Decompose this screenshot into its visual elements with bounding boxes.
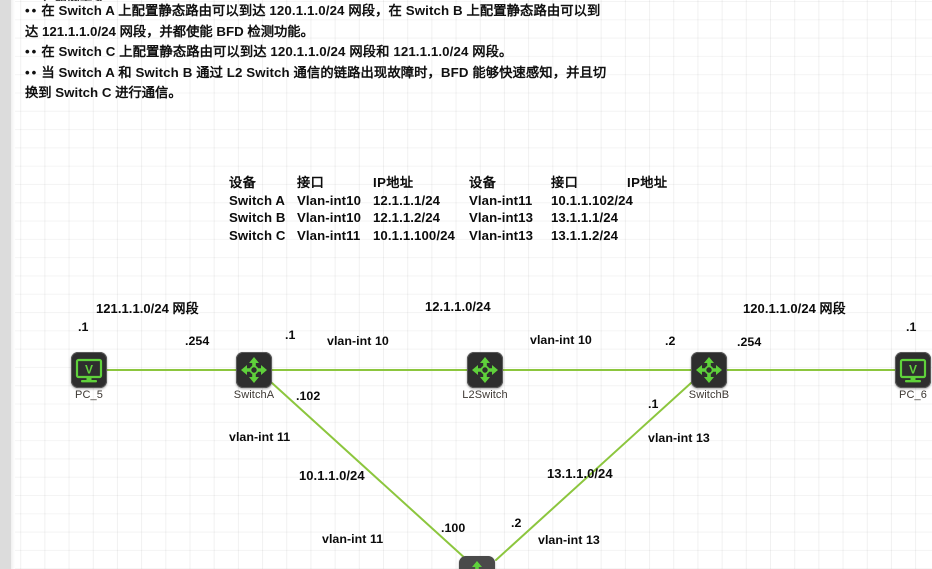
interface-label-vlan-int-10-right: vlan-int 10 bbox=[530, 333, 592, 347]
node-switchc[interactable]: SwitchC bbox=[459, 556, 495, 569]
node-l2switch[interactable]: L2Switch bbox=[462, 352, 508, 401]
node-switchb-label: SwitchB bbox=[688, 389, 730, 401]
segment-label-middle: 12.1.1.0/24 bbox=[425, 299, 491, 314]
node-l2switch-label: L2Switch bbox=[462, 389, 508, 401]
node-pc6-label: PC_6 bbox=[899, 389, 927, 401]
ip-label-switchb-down: .1 bbox=[648, 397, 659, 411]
node-switchb[interactable]: SwitchB bbox=[689, 352, 729, 401]
ip-label-switchb-right: .254 bbox=[737, 335, 762, 349]
interface-label-vlan-int-13-lower: vlan-int 13 bbox=[538, 533, 600, 547]
segment-label-right: 120.1.1.0/24 网段 bbox=[743, 301, 846, 316]
svg-text:V: V bbox=[909, 363, 917, 377]
pc-monitor-icon: V bbox=[895, 352, 931, 388]
topology-canvas: 1. 组网需求 ••在 Switch A 上配置静态路由可以到达 120.1.1… bbox=[0, 0, 932, 569]
interface-label-vlan-int-11-lower: vlan-int 11 bbox=[322, 532, 384, 546]
node-switcha[interactable]: SwitchA bbox=[234, 352, 274, 401]
ip-label-switchc-left: .100 bbox=[441, 521, 466, 535]
ip-label-switchc-right: .2 bbox=[511, 516, 522, 530]
link-lines bbox=[106, 369, 897, 561]
node-pc5[interactable]: V PC_5 bbox=[71, 352, 107, 401]
interface-label-vlan-int-11-upper: vlan-int 11 bbox=[229, 430, 291, 444]
svg-text:V: V bbox=[85, 363, 93, 377]
switch-icon bbox=[459, 556, 495, 569]
segment-label-lower-left: 10.1.1.0/24 bbox=[299, 468, 365, 483]
segment-label-lower-right: 13.1.1.0/24 bbox=[547, 466, 613, 481]
interface-label-vlan-int-13-upper: vlan-int 13 bbox=[648, 431, 710, 445]
pc-monitor-icon: V bbox=[71, 352, 107, 388]
ip-label-pc6: .1 bbox=[906, 320, 917, 334]
node-pc6[interactable]: V PC_6 bbox=[895, 352, 931, 401]
ip-label-switchb-left: .2 bbox=[665, 334, 676, 348]
node-switcha-label: SwitchA bbox=[233, 389, 275, 401]
ip-label-switcha-left: .254 bbox=[185, 334, 210, 348]
ip-label-switcha-down: .102 bbox=[296, 389, 321, 403]
segment-label-left: 121.1.1.0/24 网段 bbox=[96, 301, 199, 316]
node-pc5-label: PC_5 bbox=[75, 389, 103, 401]
ip-label-pc5: .1 bbox=[78, 320, 89, 334]
switch-icon bbox=[467, 352, 503, 388]
switch-icon bbox=[236, 352, 272, 388]
switch-icon bbox=[691, 352, 727, 388]
ip-label-switcha-right: .1 bbox=[285, 328, 296, 342]
interface-label-vlan-int-10-left: vlan-int 10 bbox=[327, 334, 389, 348]
